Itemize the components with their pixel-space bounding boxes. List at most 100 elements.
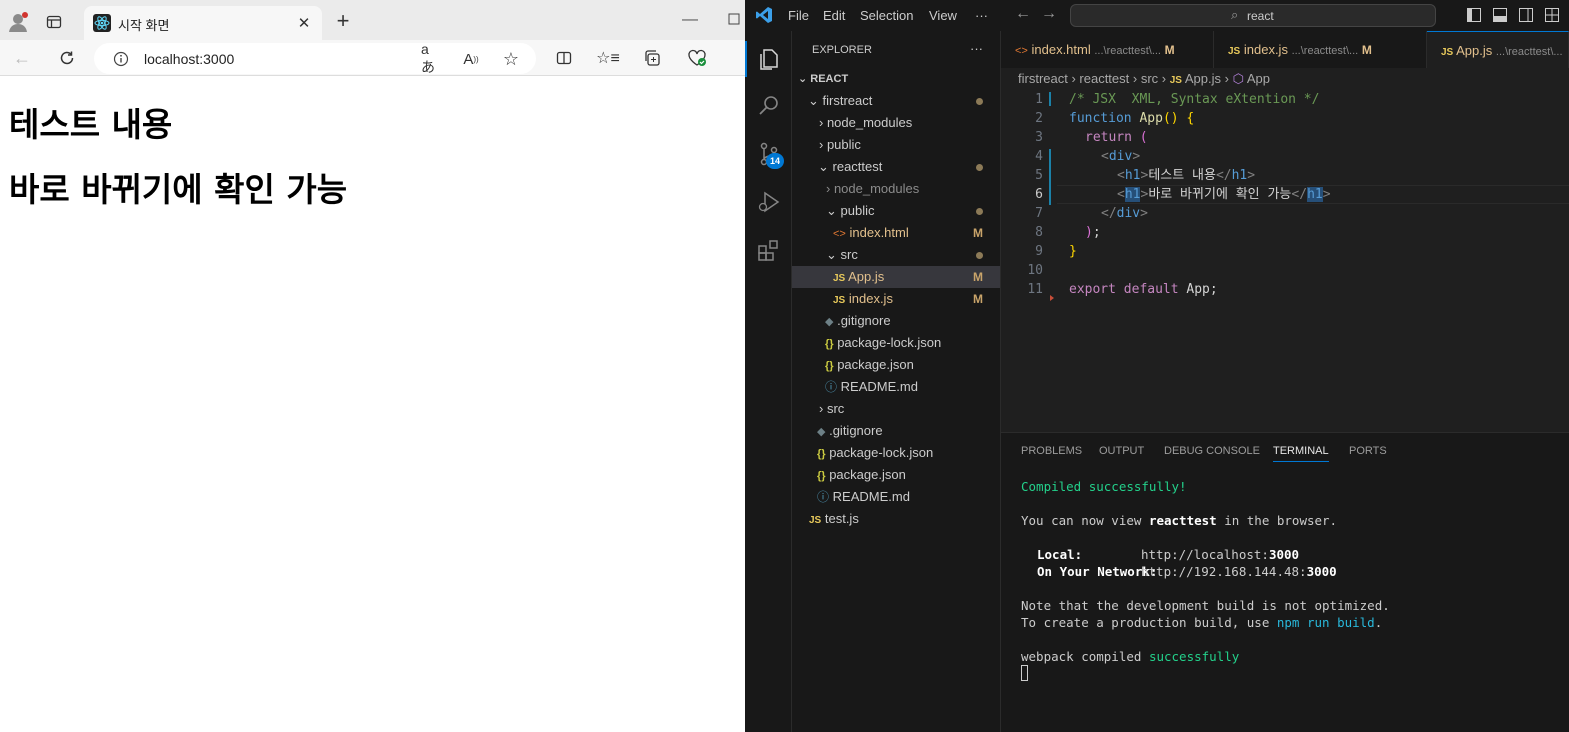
js-file-icon: JS	[1169, 75, 1182, 86]
vscode-titlebar: File Edit Selection View ··· ← → ⌕ react	[745, 0, 1569, 31]
modified-dot	[976, 208, 983, 215]
tree-item-node-modules[interactable]: › node_modules	[819, 112, 912, 134]
terminal[interactable]: Compiled successfully! You can now view …	[1001, 473, 1569, 732]
search-text: react	[1247, 9, 1274, 23]
explorer-more-icon[interactable]: ···	[970, 41, 983, 56]
json-file-icon: {}	[817, 448, 826, 460]
bottom-panel: PROBLEMS OUTPUT DEBUG CONSOLE TERMINAL P…	[1001, 432, 1569, 732]
editor-tab-index-js[interactable]: JS index.js ...\reacttest\... M	[1214, 31, 1427, 68]
chevron-down-icon: ⌄	[818, 159, 833, 174]
panel-tab-terminal[interactable]: TERMINAL	[1273, 445, 1329, 462]
browser-tab[interactable]: 시작 화면 ✕	[84, 6, 322, 40]
workspace-root[interactable]: ⌄ REACT	[798, 68, 848, 90]
modified-dot	[976, 252, 983, 259]
extensions-icon[interactable]	[756, 237, 782, 263]
address-bar[interactable]: localhost:3000 aあ A)) ☆	[94, 41, 536, 75]
nav-forward-icon[interactable]: →	[1041, 5, 1057, 23]
editor-tab-index-html[interactable]: <> index.html ...\reacttest\... M	[1001, 31, 1214, 68]
js-file-icon: JS	[1228, 46, 1241, 57]
menu-file[interactable]: File	[788, 8, 809, 23]
panel-tab-debug-console[interactable]: DEBUG CONSOLE	[1164, 445, 1260, 457]
tree-item-firstreact[interactable]: ⌄ firstreact	[808, 90, 872, 112]
search-view-icon[interactable]	[756, 93, 782, 119]
nav-back-icon[interactable]: ←	[1015, 5, 1031, 23]
toggle-panel-icon[interactable]	[1493, 8, 1507, 22]
chevron-right-icon: ›	[819, 401, 827, 416]
tree-item-root-gitignore[interactable]: ◆ .gitignore	[817, 420, 883, 442]
toggle-secondary-sidebar-icon[interactable]	[1519, 8, 1533, 22]
tree-item-index-html[interactable]: <> index.html	[833, 222, 909, 244]
menu-more[interactable]: ···	[975, 8, 988, 23]
tree-item-package-lock[interactable]: {} package-lock.json	[825, 332, 941, 354]
breadcrumb-reacttest[interactable]: reacttest	[1079, 71, 1129, 86]
active-indicator	[745, 41, 747, 77]
editor-tab-app-js[interactable]: JS App.js ...\reacttest\...	[1427, 31, 1569, 68]
breadcrumb-firstreact[interactable]: firstreact	[1018, 71, 1068, 86]
tree-item-readme[interactable]: ⓘ README.md	[825, 376, 918, 398]
tree-item-public[interactable]: › public	[819, 134, 861, 156]
info-file-icon: ⓘ	[825, 380, 838, 394]
js-file-icon: JS	[809, 515, 822, 526]
tree-item-reacttest-src[interactable]: ⌄ src	[826, 244, 858, 266]
tree-item-package-json[interactable]: {} package.json	[825, 354, 914, 376]
json-file-icon: {}	[825, 360, 834, 372]
terminal-view-line: You can now view reacttest in the browse…	[1021, 513, 1338, 528]
command-center-search[interactable]: ⌕ react	[1070, 4, 1436, 27]
menu-selection[interactable]: Selection	[860, 8, 913, 23]
breadcrumb-app-js[interactable]: App.js	[1185, 71, 1221, 86]
terminal-cursor	[1021, 665, 1028, 681]
close-tab-icon[interactable]: ✕	[296, 15, 312, 32]
run-debug-icon[interactable]	[756, 189, 782, 215]
tab-title: 시작 화면	[118, 18, 170, 33]
refresh-icon[interactable]	[56, 47, 78, 69]
terminal-compiled: Compiled successfully!	[1021, 479, 1187, 494]
panel-tab-problems[interactable]: PROBLEMS	[1021, 445, 1082, 457]
chevron-right-icon: ›	[819, 115, 827, 130]
profile-avatar-icon[interactable]	[6, 10, 30, 34]
tree-item-gitignore[interactable]: ◆ .gitignore	[825, 310, 891, 332]
editor-area: <> index.html ...\reacttest\... M JS ind…	[1001, 31, 1569, 432]
browser-essentials-icon[interactable]	[686, 48, 708, 68]
tree-item-reacttest[interactable]: ⌄ reacttest	[818, 156, 882, 178]
split-screen-icon[interactable]	[554, 48, 574, 68]
menu-edit[interactable]: Edit	[823, 8, 845, 23]
breadcrumb: firstreact › reacttest › src › JS App.js…	[1018, 71, 1270, 86]
panel-tab-output[interactable]: OUTPUT	[1099, 445, 1144, 457]
favorites-list-icon[interactable]: ☆≡	[596, 48, 620, 68]
js-file-icon: JS	[1441, 47, 1454, 58]
menu-view[interactable]: View	[929, 8, 957, 23]
modified-dot	[976, 98, 983, 105]
tree-item-reacttest-public[interactable]: ⌄ public	[826, 200, 874, 222]
tree-item-app-js[interactable]: JS App.js	[833, 266, 884, 288]
breadcrumb-src[interactable]: src	[1141, 71, 1158, 86]
code-editor[interactable]: 1/* JSX XML, Syntax eXtention */ 2 functi…	[1001, 90, 1569, 320]
site-info-icon[interactable]	[112, 50, 129, 67]
tree-item-root-package-json[interactable]: {} package.json	[817, 464, 906, 486]
scm-badge: 14	[766, 153, 784, 169]
favorite-star-icon[interactable]: ☆	[501, 49, 521, 69]
url-text[interactable]: localhost:3000	[144, 51, 234, 67]
read-aloud-icon[interactable]: A))	[461, 49, 481, 69]
collections-icon[interactable]	[642, 48, 662, 68]
maximize-icon[interactable]	[726, 10, 742, 28]
tree-item-test-js[interactable]: JS test.js	[809, 508, 859, 530]
panel-tab-ports[interactable]: PORTS	[1349, 445, 1387, 457]
tree-item-root-package-lock[interactable]: {} package-lock.json	[817, 442, 933, 464]
modified-mark: M	[973, 292, 983, 306]
tree-item-reacttest-node-modules[interactable]: › node_modules	[826, 178, 919, 200]
new-tab-icon[interactable]: +	[332, 8, 354, 33]
customize-layout-icon[interactable]	[1545, 8, 1559, 22]
tree-item-src[interactable]: › src	[819, 398, 844, 420]
minimize-icon[interactable]: —	[680, 10, 700, 30]
back-icon[interactable]: ←	[12, 48, 32, 68]
chevron-right-icon: ›	[826, 181, 834, 196]
breadcrumb-app-symbol[interactable]: App	[1247, 71, 1270, 86]
tab-actions-icon[interactable]	[44, 12, 64, 32]
vscode-window: File Edit Selection View ··· ← → ⌕ react…	[745, 0, 1569, 732]
explorer-icon[interactable]	[756, 45, 782, 71]
translate-icon[interactable]: aあ	[421, 41, 441, 75]
toggle-sidebar-icon[interactable]	[1467, 8, 1481, 22]
page-heading-2: 바로 바뀌기에 확인 가능	[9, 170, 348, 209]
tree-item-index-js[interactable]: JS index.js	[833, 288, 893, 310]
tree-item-root-readme[interactable]: ⓘ README.md	[817, 486, 910, 508]
